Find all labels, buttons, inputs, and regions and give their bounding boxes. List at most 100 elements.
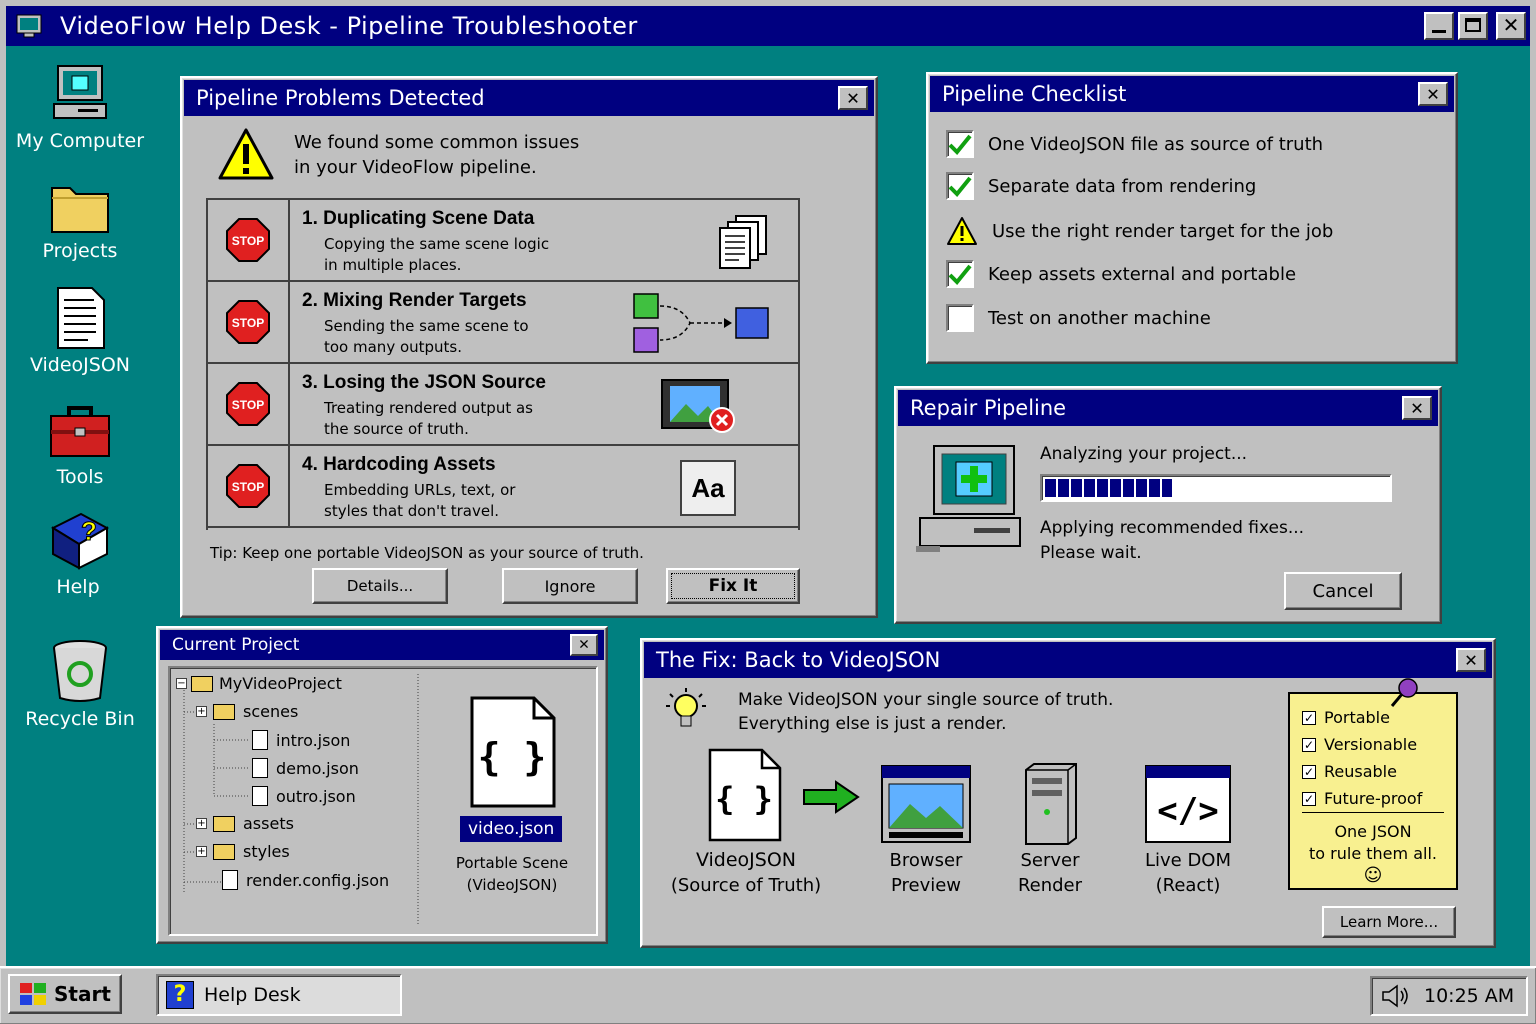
checklist-label: One VideoJSON file as source of truth: [988, 133, 1324, 155]
desktop-icon-label: Help: [56, 576, 100, 598]
checklist-item[interactable]: Keep assets external and portable: [946, 260, 1296, 288]
tree-folder-scenes[interactable]: + scenes: [196, 702, 298, 721]
repair-window: Repair Pipeline ✕ Analyzing your project…: [894, 386, 1442, 624]
taskbar-task-helpdesk[interactable]: ? Help Desk: [156, 974, 402, 1016]
note-item: ✓ Portable: [1302, 708, 1444, 727]
problems-titlebar: Pipeline Problems Detected ✕: [184, 80, 874, 116]
minimize-button[interactable]: [1424, 12, 1454, 40]
flow-label: Browser: [889, 850, 963, 871]
flow-step: VideoJSON (Source of Truth): [664, 848, 828, 898]
problem-desc: Sending the same scene to: [324, 317, 529, 335]
details-button[interactable]: Details...: [312, 568, 448, 604]
document-icon: [57, 287, 105, 349]
checklist-item[interactable]: Test on another machine: [946, 304, 1211, 332]
close-button[interactable]: ✕: [1456, 648, 1486, 672]
computer-repair-icon: [916, 445, 1021, 552]
close-button[interactable]: ✕: [1402, 396, 1432, 420]
problem-desc: Copying the same scene logic: [324, 235, 550, 253]
json-file-icon: { }: [708, 748, 782, 842]
checklist-item[interactable]: Use the right render target for the job: [946, 216, 1333, 246]
checkbox-unchecked[interactable]: [946, 304, 974, 332]
problem-row[interactable]: STOP 4. Hardcoding Assets Embedding URLs,…: [208, 446, 800, 528]
stop-sign-icon: STOP: [208, 282, 290, 362]
repair-message: Applying recommended fixes... Please wai…: [1040, 516, 1304, 566]
learn-more-button[interactable]: Learn More...: [1322, 906, 1456, 938]
checklist-item[interactable]: Separate data from rendering: [946, 172, 1256, 200]
problem-row[interactable]: STOP 2. Mixing Render Targets Sending the…: [208, 282, 800, 364]
start-button[interactable]: Start: [8, 974, 122, 1014]
check-icon: ✓: [1302, 764, 1316, 779]
checklist-label: Test on another machine: [988, 307, 1211, 329]
desktop-icon-label: Tools: [56, 466, 104, 488]
note-label: Portable: [1324, 708, 1390, 727]
flow-label: VideoJSON: [695, 849, 797, 871]
stop-label: STOP: [232, 480, 264, 494]
pushpin-icon: [1390, 678, 1418, 707]
app-icon: [16, 14, 42, 38]
fix-it-button[interactable]: Fix It: [666, 568, 800, 604]
fix-titlebar: The Fix: Back to VideoJSON ✕: [644, 642, 1492, 678]
tree-file[interactable]: intro.json: [252, 730, 350, 750]
project-titlebar: Current Project ✕: [160, 630, 604, 660]
desktop-icon-recycle-bin[interactable]: Recycle Bin: [15, 638, 145, 730]
repair-progress-bar: [1040, 474, 1392, 502]
close-button[interactable]: ✕: [1418, 82, 1448, 106]
problem-desc: Embedding URLs, text, or: [324, 481, 516, 499]
json-file-icon: { }: [470, 696, 556, 808]
help-icon: ?: [166, 981, 194, 1009]
checkbox-checked-icon[interactable]: [946, 172, 974, 200]
start-label: Start: [54, 982, 111, 1006]
cancel-button[interactable]: Cancel: [1284, 572, 1402, 610]
desktop-icon-videojson[interactable]: VideoJSON: [15, 286, 145, 376]
tree-label: outro.json: [276, 786, 356, 806]
close-button[interactable]: ✕: [570, 634, 598, 656]
tree-folder-styles[interactable]: + styles: [196, 842, 290, 861]
json-braces: { }: [715, 780, 773, 818]
file-badge[interactable]: video.json: [460, 816, 563, 842]
note-item: ✓ Future-proof: [1302, 789, 1444, 813]
tree-file[interactable]: demo.json: [252, 758, 359, 778]
windows-logo-icon: [20, 983, 46, 1005]
checkbox-checked-icon[interactable]: [946, 130, 974, 158]
tree-folder-assets[interactable]: + assets: [196, 814, 294, 833]
note-item: ✓ Reusable: [1302, 762, 1444, 781]
problems-list: STOP 1. Duplicating Scene Data Copying th…: [206, 198, 800, 530]
tree-file[interactable]: outro.json: [252, 786, 356, 806]
close-button[interactable]: ✕: [1496, 12, 1526, 40]
desktop-icon-label: My Computer: [15, 130, 145, 152]
problem-row[interactable]: STOP 3. Losing the JSON Source Treating r…: [208, 364, 800, 446]
desktop-icon-tools[interactable]: Tools: [15, 402, 145, 488]
close-button[interactable]: ✕: [838, 86, 868, 110]
flow-label: (Source of Truth): [670, 875, 822, 896]
ignore-button[interactable]: Ignore: [502, 568, 638, 604]
checklist-item[interactable]: One VideoJSON file as source of truth: [946, 130, 1323, 158]
desktop-icon-my-computer[interactable]: My Computer: [15, 62, 145, 152]
tree-label: MyVideoProject: [219, 674, 342, 693]
flow-label: Live DOM: [1144, 850, 1232, 871]
file-icon: [252, 786, 268, 806]
taskbar: Start ? Help Desk 10:25 AM: [0, 966, 1536, 1024]
stop-sign-icon: STOP: [208, 446, 290, 526]
problem-row[interactable]: STOP 1. Duplicating Scene Data Copying th…: [208, 200, 800, 282]
stop-sign-icon: STOP: [208, 364, 290, 444]
tree-file[interactable]: render.config.json: [222, 870, 389, 890]
problem-desc: too many outputs.: [324, 338, 463, 356]
problems-title: Pipeline Problems Detected: [196, 86, 485, 110]
duplicate-documents-icon: [719, 215, 767, 269]
folder-icon: [213, 815, 235, 832]
note-label: Future-proof: [1324, 789, 1423, 808]
speaker-icon[interactable]: [1380, 983, 1410, 1009]
checkbox-checked-icon[interactable]: [946, 260, 974, 288]
problem-desc: the source of truth.: [324, 420, 469, 438]
tree-root[interactable]: − MyVideoProject: [176, 674, 342, 693]
toolbox-icon: [50, 406, 110, 457]
maximize-button[interactable]: [1458, 12, 1488, 40]
desktop-icon-projects[interactable]: Projects: [15, 176, 145, 262]
problem-desc: styles that don't travel.: [324, 502, 500, 520]
task-label: Help Desk: [204, 984, 301, 1006]
desktop-icon-help[interactable]: ? Help: [13, 510, 143, 598]
fix-window: The Fix: Back to VideoJSON ✕ Make VideoJ…: [640, 638, 1496, 948]
warning-icon: [218, 128, 274, 180]
checklist-label: Keep assets external and portable: [988, 263, 1297, 285]
caption-line: (VideoJSON): [466, 876, 558, 894]
